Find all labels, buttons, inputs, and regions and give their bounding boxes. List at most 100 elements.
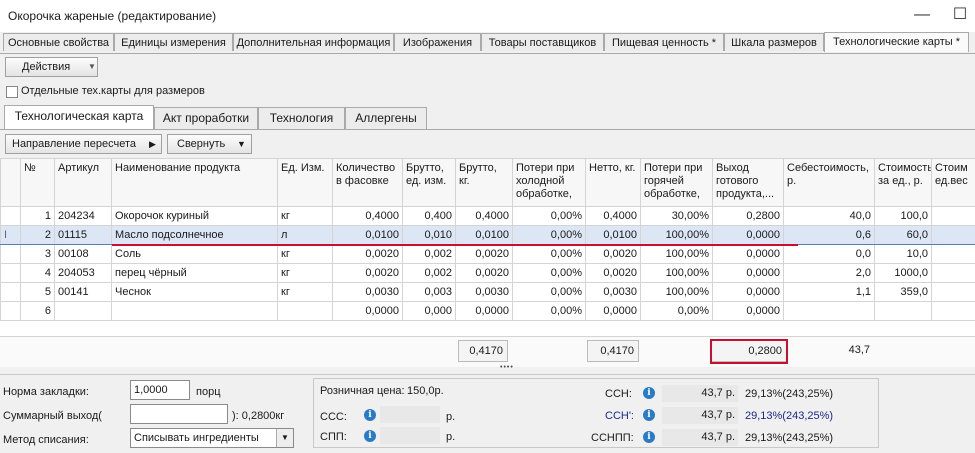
table-cell[interactable]: кг: [278, 283, 333, 302]
table-cell[interactable]: 0,2800: [713, 207, 784, 226]
table-cell[interactable]: 0,010: [403, 226, 456, 245]
table-cell[interactable]: [932, 207, 975, 226]
row-marker[interactable]: [1, 245, 21, 264]
table-cell[interactable]: 100,00%: [641, 226, 713, 245]
table-cell[interactable]: 0,0020: [333, 264, 403, 283]
table-cell[interactable]: 0,400: [403, 207, 456, 226]
table-cell[interactable]: 01115: [55, 226, 112, 245]
info-icon[interactable]: i: [364, 430, 376, 442]
table-cell[interactable]: 100,0: [875, 207, 932, 226]
table-cell[interactable]: 0,0030: [333, 283, 403, 302]
table-cell[interactable]: 204234: [55, 207, 112, 226]
table-cell[interactable]: 0,0020: [586, 264, 641, 283]
row-marker[interactable]: [1, 302, 21, 321]
table-cell[interactable]: [112, 302, 278, 321]
table-cell[interactable]: кг: [278, 245, 333, 264]
table-cell[interactable]: 1,1: [784, 283, 875, 302]
table-cell[interactable]: Чеснок: [112, 283, 278, 302]
maximize-icon[interactable]: ☐: [950, 5, 970, 25]
table-row[interactable]: 300108Солькг0,00200,0020,00200,00%0,0020…: [1, 245, 975, 264]
column-header[interactable]: Ед. Изм.: [278, 159, 333, 207]
table-cell[interactable]: 0,4000: [586, 207, 641, 226]
tab-additional-info[interactable]: Дополнительная информация: [233, 33, 394, 51]
info-icon[interactable]: i: [364, 409, 376, 421]
row-marker[interactable]: [1, 283, 21, 302]
table-cell[interactable]: 1000,0: [875, 264, 932, 283]
table-cell[interactable]: 0,0: [784, 245, 875, 264]
table-cell[interactable]: 60,0: [875, 226, 932, 245]
column-header[interactable]: №: [21, 159, 55, 207]
tab-nutrition[interactable]: Пищевая ценность *: [604, 33, 724, 51]
separate-cards-checkbox[interactable]: [6, 86, 18, 98]
column-header[interactable]: Брутто, кг.: [456, 159, 513, 207]
column-header[interactable]: Стоим ед.вес: [932, 159, 975, 207]
table-cell[interactable]: [932, 245, 975, 264]
table-cell[interactable]: [932, 302, 975, 321]
table-cell[interactable]: [55, 302, 112, 321]
table-cell[interactable]: перец чёрный: [112, 264, 278, 283]
table-cell[interactable]: Окорочок куриный: [112, 207, 278, 226]
column-header[interactable]: Потери при горячей обработке,: [641, 159, 713, 207]
table-cell[interactable]: 0,002: [403, 264, 456, 283]
tab-tech-card[interactable]: Технологическая карта: [4, 105, 154, 129]
table-cell[interactable]: 0,0000: [333, 302, 403, 321]
info-icon[interactable]: i: [643, 409, 655, 421]
table-cell[interactable]: 204053: [55, 264, 112, 283]
table-cell[interactable]: 100,00%: [641, 283, 713, 302]
table-cell[interactable]: [278, 302, 333, 321]
row-marker[interactable]: I: [1, 226, 21, 245]
table-cell[interactable]: [784, 302, 875, 321]
table-cell[interactable]: 0,00%: [513, 226, 586, 245]
info-icon[interactable]: i: [643, 431, 655, 443]
table-cell[interactable]: 00108: [55, 245, 112, 264]
table-cell[interactable]: 0,000: [403, 302, 456, 321]
table-row[interactable]: 60,00000,0000,00000,00%0,00000,00%0,0000: [1, 302, 975, 321]
table-cell[interactable]: 0,0000: [713, 226, 784, 245]
table-cell[interactable]: 0,00%: [513, 245, 586, 264]
tab-size-scale[interactable]: Шкала размеров: [724, 33, 824, 51]
table-cell[interactable]: 0,00%: [513, 264, 586, 283]
column-header[interactable]: Наименование продукта: [112, 159, 278, 207]
table-cell[interactable]: 3: [21, 245, 55, 264]
table-cell[interactable]: 100,00%: [641, 245, 713, 264]
table-cell[interactable]: [932, 264, 975, 283]
table-cell[interactable]: 0,00%: [513, 302, 586, 321]
splitter-handle[interactable]: ••••: [500, 364, 514, 371]
chevron-down-icon[interactable]: ▼: [276, 429, 293, 447]
table-cell[interactable]: 0,0020: [456, 264, 513, 283]
tab-study-act[interactable]: Акт проработки: [154, 107, 258, 129]
table-cell[interactable]: 0,0100: [586, 226, 641, 245]
table-cell[interactable]: 00141: [55, 283, 112, 302]
table-cell[interactable]: 4: [21, 264, 55, 283]
table-cell[interactable]: 0,6: [784, 226, 875, 245]
tab-tech-cards[interactable]: Технологические карты *: [824, 32, 969, 52]
actions-button[interactable]: Действия ▼: [5, 57, 98, 77]
table-cell[interactable]: [875, 302, 932, 321]
table-cell[interactable]: 6: [21, 302, 55, 321]
tab-allergens[interactable]: Аллергены: [345, 107, 427, 129]
table-cell[interactable]: 0,0020: [586, 245, 641, 264]
table-cell[interactable]: 30,00%: [641, 207, 713, 226]
total-output-input[interactable]: [130, 404, 228, 424]
table-cell[interactable]: Соль: [112, 245, 278, 264]
column-header[interactable]: Артикул: [55, 159, 112, 207]
table-cell[interactable]: 5: [21, 283, 55, 302]
column-header[interactable]: Количество в фасовке: [333, 159, 403, 207]
column-header[interactable]: Выход готового продукта,...: [713, 159, 784, 207]
table-cell[interactable]: 0,0100: [456, 226, 513, 245]
table-row[interactable]: 4204053перец чёрныйкг0,00200,0020,00200,…: [1, 264, 975, 283]
tab-main-properties[interactable]: Основные свойства: [3, 33, 114, 51]
table-cell[interactable]: 0,002: [403, 245, 456, 264]
table-cell[interactable]: 2,0: [784, 264, 875, 283]
table-cell[interactable]: 0,0000: [713, 245, 784, 264]
tab-units[interactable]: Единицы измерения: [114, 33, 233, 51]
column-header[interactable]: Брутто, ед. изм.: [403, 159, 456, 207]
table-cell[interactable]: [932, 226, 975, 245]
table-cell[interactable]: 10,0: [875, 245, 932, 264]
norm-input[interactable]: 1,0000: [130, 380, 190, 400]
column-header[interactable]: Стоимость за ед., р.: [875, 159, 932, 207]
collapse-button[interactable]: Свернуть ▼: [167, 134, 252, 154]
tab-supplier-products[interactable]: Товары поставщиков: [481, 33, 604, 51]
table-cell[interactable]: 0,0100: [333, 226, 403, 245]
info-icon[interactable]: i: [643, 387, 655, 399]
